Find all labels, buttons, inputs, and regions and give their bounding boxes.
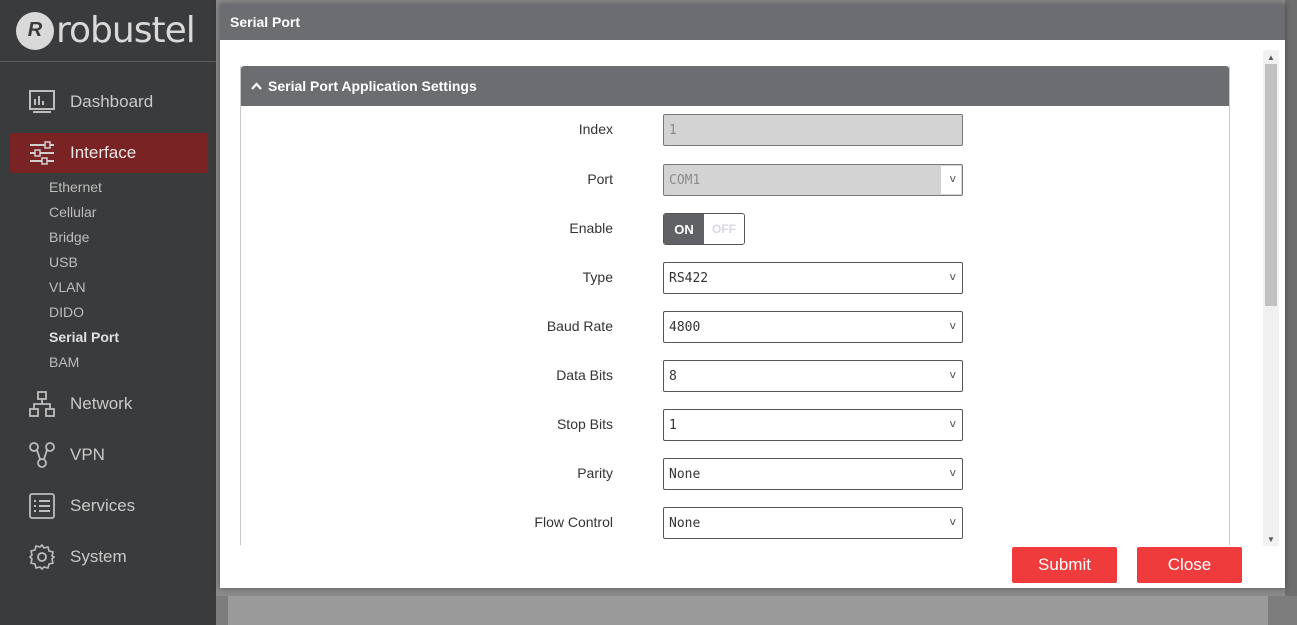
submit-button[interactable]: Submit — [1012, 547, 1117, 583]
flow-control-select[interactable]: None v — [663, 507, 963, 539]
sidebar: R robustel Dashboard Interface Ethernet … — [0, 0, 216, 625]
chevron-down-icon: v — [949, 466, 956, 479]
close-button[interactable]: Close — [1137, 547, 1242, 583]
modal-scrollbar[interactable]: ▲ ▼ — [1263, 50, 1279, 546]
type-value: RS422 — [669, 270, 709, 286]
brand-logo: R robustel — [0, 0, 216, 62]
baud-rate-select[interactable]: 4800 v — [663, 311, 963, 343]
scrollbar-thumb[interactable] — [1265, 64, 1277, 306]
sidebar-item-services[interactable]: Services — [10, 486, 208, 526]
sidebar-subitem-vlan[interactable]: VLAN — [49, 279, 86, 295]
index-label: Index — [578, 121, 613, 137]
robustel-logo-icon: R — [16, 11, 54, 50]
modal-title: Serial Port — [220, 4, 1285, 40]
parity-row: Parity None v — [241, 458, 1231, 490]
data-bits-value: 8 — [669, 368, 677, 384]
index-value: 1 — [669, 122, 677, 138]
gear-icon — [28, 543, 56, 571]
scroll-down-icon[interactable]: ▼ — [1263, 532, 1279, 546]
toggle-on[interactable]: ON — [664, 214, 704, 244]
sidebar-item-label: System — [70, 547, 127, 566]
enable-toggle[interactable]: ON OFF — [663, 213, 745, 245]
stop-bits-label: Stop Bits — [556, 416, 613, 432]
section-header[interactable]: Serial Port Application Settings — [241, 66, 1229, 106]
sliders-icon — [28, 139, 56, 167]
sidebar-item-interface[interactable]: Interface — [10, 133, 208, 173]
parity-value: None — [669, 466, 701, 482]
sidebar-item-network[interactable]: Network — [10, 384, 208, 424]
port-row: Port COM1 v — [241, 164, 1231, 196]
chevron-down-icon: v — [949, 368, 956, 381]
services-icon — [28, 492, 56, 520]
parity-select[interactable]: None v — [663, 458, 963, 490]
toggle-off[interactable]: OFF — [704, 214, 744, 244]
data-bits-row: Data Bits 8 v — [241, 360, 1231, 392]
type-row: Type RS422 v — [241, 262, 1231, 294]
data-bits-label: Data Bits — [556, 367, 613, 383]
index-field: 1 — [663, 114, 963, 146]
sidebar-subitem-usb[interactable]: USB — [49, 254, 78, 270]
sidebar-subitem-ethernet[interactable]: Ethernet — [49, 179, 102, 195]
dashboard-icon — [28, 88, 56, 116]
brand-logo-text: robustel — [56, 10, 196, 51]
stop-bits-row: Stop Bits 1 v — [241, 409, 1231, 441]
stop-bits-value: 1 — [669, 417, 677, 433]
sidebar-subitem-bridge[interactable]: Bridge — [49, 229, 89, 245]
chevron-down-icon: v — [949, 417, 956, 430]
type-label: Type — [582, 269, 613, 285]
data-bits-select[interactable]: 8 v — [663, 360, 963, 392]
sidebar-item-label: Network — [70, 394, 133, 413]
port-label: Port — [587, 171, 613, 187]
baud-rate-label: Baud Rate — [546, 318, 613, 334]
sidebar-subitem-serial-port[interactable]: Serial Port — [49, 329, 119, 345]
enable-row: Enable ON OFF — [241, 213, 1231, 245]
sidebar-item-vpn[interactable]: VPN — [10, 435, 208, 475]
flow-control-row: Flow Control None v — [241, 507, 1231, 539]
flow-control-label: Flow Control — [534, 514, 613, 530]
sidebar-item-label: Dashboard — [70, 92, 154, 111]
modal-body: Serial Port Application Settings Index 1… — [220, 40, 1285, 545]
enable-label: Enable — [569, 220, 613, 236]
port-select: COM1 v — [663, 164, 963, 196]
sidebar-item-label: VPN — [70, 445, 105, 464]
chevron-down-icon: v — [949, 172, 956, 185]
chevron-up-icon — [251, 79, 262, 93]
background-panel — [228, 596, 1268, 625]
flow-control-value: None — [669, 515, 701, 531]
sidebar-item-system[interactable]: System — [10, 537, 208, 577]
index-row: Index 1 — [241, 114, 1231, 146]
vpn-icon — [28, 441, 56, 469]
sidebar-item-dashboard[interactable]: Dashboard — [10, 82, 208, 122]
section-title: Serial Port Application Settings — [268, 78, 477, 94]
settings-section: Serial Port Application Settings Index 1… — [240, 66, 1230, 545]
chevron-down-icon: v — [949, 319, 956, 332]
sidebar-subitem-dido[interactable]: DIDO — [49, 304, 84, 320]
chevron-down-icon: v — [949, 515, 956, 528]
type-select[interactable]: RS422 v — [663, 262, 963, 294]
serial-port-modal: Serial Port Serial Port Application Sett… — [220, 4, 1285, 588]
baud-rate-value: 4800 — [669, 319, 701, 335]
chevron-down-icon: v — [949, 270, 956, 283]
sidebar-subitem-bam[interactable]: BAM — [49, 354, 79, 370]
sidebar-item-label: Interface — [70, 143, 137, 162]
page-scrollbar[interactable] — [1285, 0, 1297, 596]
stop-bits-select[interactable]: 1 v — [663, 409, 963, 441]
sidebar-subitem-cellular[interactable]: Cellular — [49, 204, 96, 220]
port-value: COM1 — [669, 172, 701, 188]
network-icon — [28, 390, 56, 418]
sidebar-item-label: Services — [70, 496, 136, 515]
baud-rate-row: Baud Rate 4800 v — [241, 311, 1231, 343]
parity-label: Parity — [577, 465, 613, 481]
scroll-up-icon[interactable]: ▲ — [1263, 50, 1279, 64]
